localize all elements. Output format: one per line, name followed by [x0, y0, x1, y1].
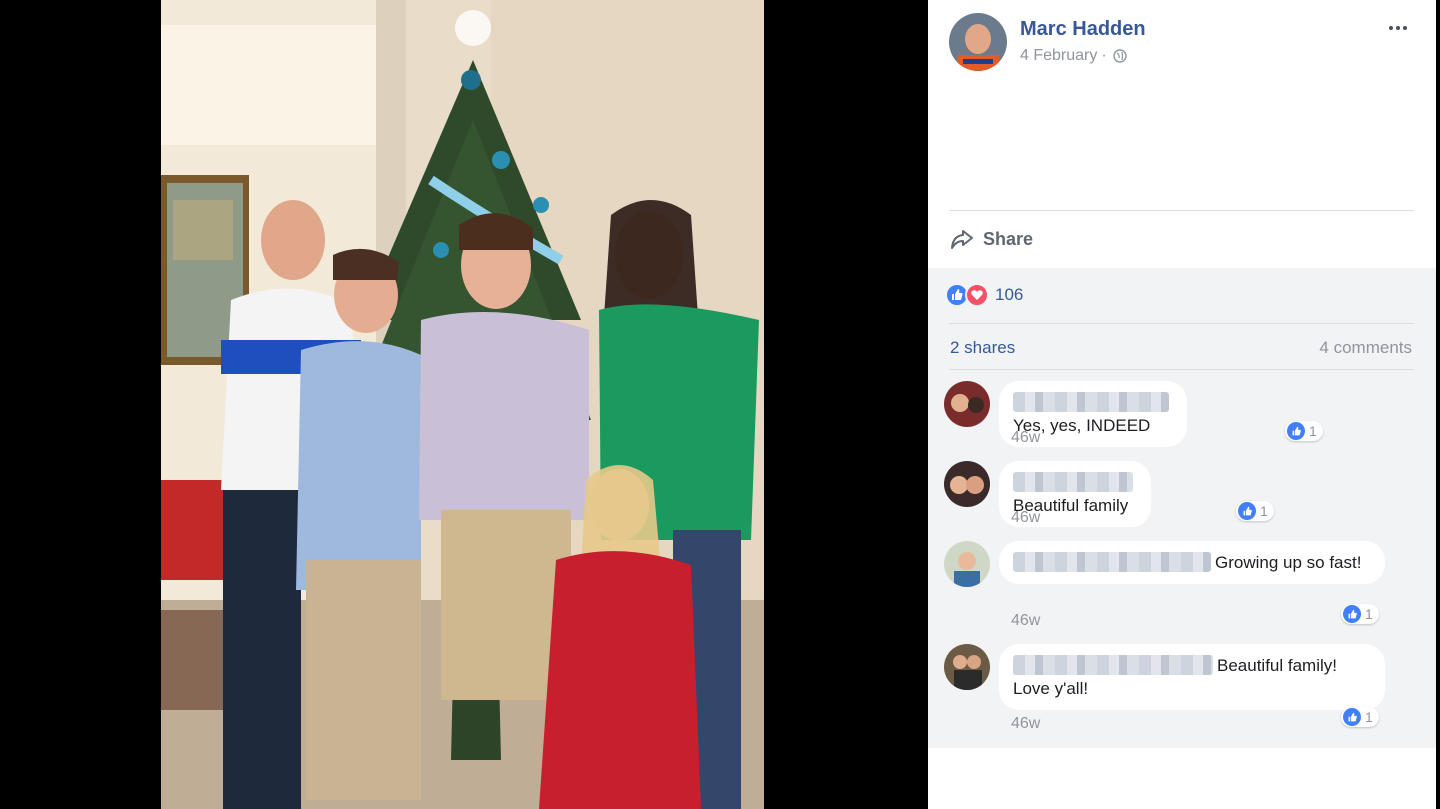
- post-side-panel: Marc Hadden 4 February · Share 106 2 sha…: [928, 0, 1436, 809]
- share-button[interactable]: Share: [949, 226, 1033, 252]
- comment-bubble: Beautiful family! Love y'all!: [999, 644, 1385, 710]
- commenter-avatar[interactable]: [944, 541, 990, 587]
- more-options-icon[interactable]: [1384, 18, 1412, 38]
- photo-viewer: Marc Hadden 4 February · Share 106 2 sha…: [0, 0, 1440, 809]
- like-count: 1: [1260, 503, 1268, 519]
- post-date[interactable]: 4 February: [1020, 47, 1097, 65]
- shares-link[interactable]: 2 shares: [950, 338, 1015, 358]
- comment-time[interactable]: 46w: [1011, 715, 1040, 733]
- comment-like-count[interactable]: 1: [1341, 604, 1379, 624]
- like-icon: [1287, 422, 1305, 440]
- divider: [949, 323, 1414, 324]
- like-icon: [1343, 605, 1361, 623]
- globe-icon[interactable]: [1113, 49, 1127, 63]
- comment-text: Growing up so fast!: [1215, 553, 1362, 572]
- like-count: 1: [1309, 423, 1317, 439]
- commenter-avatar[interactable]: [944, 381, 990, 427]
- reaction-count: 106: [995, 285, 1024, 304]
- comments-count-link[interactable]: 4 comments: [1319, 338, 1412, 358]
- comment-time[interactable]: 46w: [1011, 612, 1040, 630]
- like-icon: [1238, 502, 1256, 520]
- avatar-image: [949, 13, 1007, 71]
- photo-area: [0, 0, 928, 809]
- panel-footer: [928, 748, 1436, 809]
- post-photo[interactable]: [161, 0, 764, 809]
- commenter-name[interactable]: [1013, 552, 1211, 572]
- share-arrow-icon: [951, 230, 973, 249]
- commenter-name[interactable]: [1013, 392, 1169, 412]
- comment-like-count[interactable]: 1: [1285, 421, 1323, 441]
- divider: [949, 369, 1414, 370]
- love-reaction-icon: [965, 283, 989, 307]
- author-avatar[interactable]: [949, 13, 1007, 71]
- commenter-avatar[interactable]: [944, 461, 990, 507]
- divider: [949, 210, 1414, 211]
- post-header-section: Marc Hadden 4 February · Share: [928, 0, 1436, 268]
- comment-like-count[interactable]: 1: [1341, 707, 1379, 727]
- comment-like-count[interactable]: 1: [1236, 501, 1274, 521]
- commenter-name[interactable]: [1013, 655, 1213, 675]
- share-label: Share: [983, 228, 1034, 249]
- commenter-name[interactable]: [1013, 472, 1133, 492]
- like-count: 1: [1365, 606, 1373, 622]
- commenter-avatar[interactable]: [944, 644, 990, 690]
- reactions-summary[interactable]: 106: [945, 283, 1023, 307]
- author-name[interactable]: Marc Hadden: [1020, 18, 1146, 41]
- like-count: 1: [1365, 709, 1373, 725]
- comment-time[interactable]: 46w: [1011, 429, 1040, 447]
- comment-bubble: Growing up so fast!: [999, 541, 1385, 584]
- meta-separator: ·: [1101, 47, 1107, 64]
- comment-time[interactable]: 46w: [1011, 509, 1040, 527]
- like-icon: [1343, 708, 1361, 726]
- post-meta: 4 February ·: [1020, 47, 1127, 65]
- family-photo-illustration: [161, 0, 764, 809]
